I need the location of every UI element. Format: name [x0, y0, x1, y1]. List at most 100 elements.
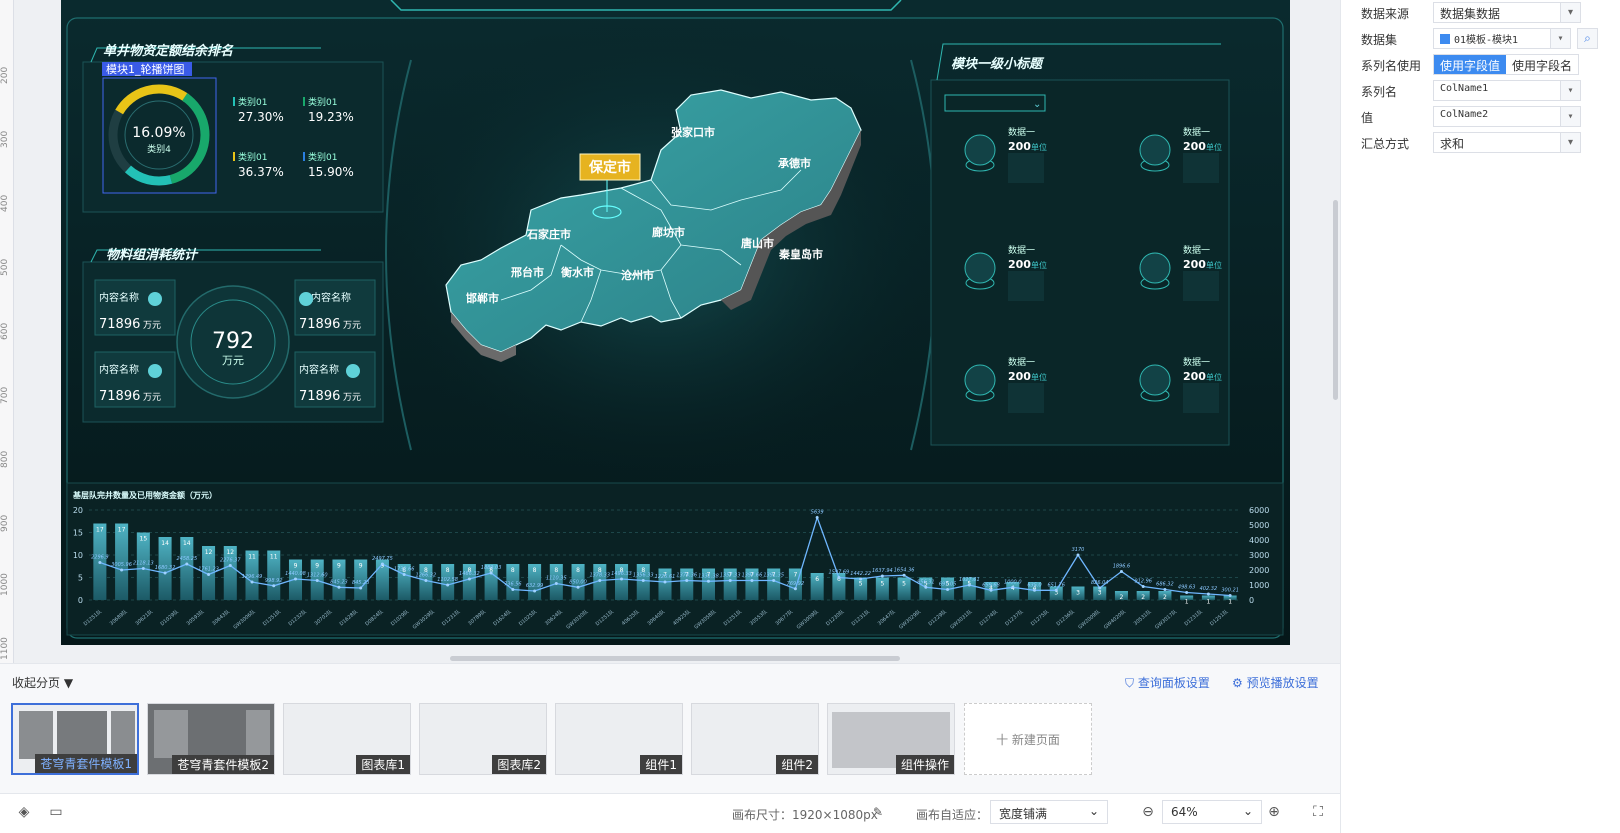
fit-value: 宽度铺满 [999, 807, 1048, 821]
seg-field-name[interactable]: 使用字段名 [1506, 55, 1578, 74]
keyboard-icon[interactable]: ▭ [48, 804, 64, 820]
source-select[interactable]: 数据集数据 ▾ [1433, 2, 1581, 23]
collapse-label: 收起分页 [12, 676, 61, 690]
page-thumb-5[interactable]: 组件1 [555, 703, 683, 775]
stat-label: 数据一 [1008, 356, 1035, 368]
prop-row-aggregate: 汇总方式 求和 ▾ [1341, 130, 1620, 156]
line-point [1119, 570, 1123, 573]
query-panel-settings-link[interactable]: ⛉ 查询面板设置 [1125, 674, 1210, 691]
line-value-label: 635.0 [1027, 582, 1041, 588]
bottom-toolbar: ◈ ▭ 画布尺寸：1920×1080px ✎ 画布自适应： 宽度铺满 ⌄ ⊖ 64… [0, 793, 1340, 833]
prop-label: 数据来源 [1361, 7, 1410, 21]
thumb-preview [111, 711, 135, 759]
line-point [120, 568, 124, 572]
thumb-caption: 苍穹青套件模板1 [35, 754, 137, 773]
series-select[interactable]: ColName1 ▾ [1433, 80, 1581, 101]
bar-value-label: 3 [1098, 590, 1102, 597]
line-value-label: 1356.33 [633, 573, 654, 579]
user-icon-3 [148, 364, 162, 378]
line-value-label: 1374.36 [676, 573, 697, 579]
card-value-3: 71896 [99, 389, 140, 404]
page-thumb-7[interactable]: 组件操作 [827, 703, 955, 775]
line-value-label: 1225.61 [655, 574, 676, 580]
stat-pedestal [1008, 383, 1044, 413]
new-page-button[interactable]: 十 新建页面 [964, 703, 1092, 775]
chevron-down-icon: ▾ [1560, 81, 1580, 100]
fit-select[interactable]: 宽度铺满 ⌄ [990, 800, 1108, 824]
stat-icon [964, 252, 996, 284]
city-langfang: 廊坊市 [652, 225, 685, 239]
dataset-select[interactable]: 01模板-模块1 ▾ [1433, 28, 1571, 49]
zoom-in-icon[interactable]: ⊕ [1266, 804, 1282, 820]
line-point [1228, 594, 1232, 597]
line-value-label: 1357.33 [720, 573, 741, 579]
stat-value: 200 [1183, 370, 1206, 383]
chevron-down-icon: ▾ [1560, 133, 1580, 152]
page-thumb-3[interactable]: 图表库1 [283, 703, 411, 775]
seg-field-value[interactable]: 使用字段值 [1434, 55, 1507, 74]
line-value-label: 2458.25 [176, 556, 197, 562]
bar-value-label: 14 [183, 540, 191, 547]
line-point [946, 588, 950, 591]
ruler-tick: 500 [0, 258, 10, 276]
line-value-label: 1889.03 [481, 565, 502, 571]
bar-value-label: 11 [270, 554, 278, 561]
dashboard-canvas[interactable]: 单井物资定额结余排名 模块1_轮播饼图 16.09% 类别4 类别01 27.3… [61, 0, 1290, 645]
bar-value-label: 7 [794, 572, 798, 579]
properties-panel: 数据来源 数据集数据 ▾ 数据集 01模板-模块1 ▾ ⌕ 系列名使用 使用字段值 … [1340, 0, 1620, 833]
line-value-label: 697.05 [939, 582, 957, 588]
line-value-label: 402.32 [1200, 586, 1218, 592]
preview-settings-link[interactable]: ⚙ 预览播放设置 [1232, 674, 1319, 691]
line-point [641, 579, 645, 582]
line-value-label: 1496.33 [611, 571, 632, 577]
series-use-toggle[interactable]: 使用字段值 使用字段名 [1433, 54, 1580, 75]
bar-value-label: 12 [205, 549, 213, 556]
page-thumb-4[interactable]: 图表库2 [419, 703, 547, 775]
edit-icon[interactable]: ✎ [870, 804, 886, 820]
zoom-out-icon[interactable]: ⊖ [1140, 804, 1156, 820]
thumb-caption: 组件1 [640, 755, 682, 774]
city-qinhuangdao: 秦皇岛市 [778, 247, 823, 261]
legend-name-1: 类别01 [238, 96, 267, 108]
page-thumb-1[interactable]: 苍穹青套件模板1 [11, 703, 139, 775]
stat-value: 200 [1183, 140, 1206, 153]
right-tick-label: 3000 [1249, 551, 1269, 560]
ruler-tick: 400 [0, 194, 10, 212]
collapse-pages-button[interactable]: 收起分页 ▼ [12, 674, 73, 691]
thumb-caption: 图表库1 [356, 755, 410, 774]
search-icon[interactable]: ⌕ [1577, 28, 1598, 49]
fullscreen-icon[interactable]: ⛶ [1310, 804, 1326, 820]
line-point [250, 580, 254, 584]
bar-value-label: 14 [161, 540, 169, 547]
page-thumb-2[interactable]: 苍穹青套件模板2 [147, 703, 275, 775]
line-point [772, 579, 776, 582]
value-select[interactable]: ColName2 ▾ [1433, 106, 1581, 127]
line-value-label: 1597.69 [829, 570, 850, 576]
line-value-label: 912.96 [1134, 579, 1152, 585]
aggregate-select[interactable]: 求和 ▾ [1433, 132, 1581, 153]
line-point [402, 573, 406, 576]
line-value-label: 632.99 [526, 583, 544, 589]
prop-label: 系列名使用 [1361, 59, 1422, 73]
ruler-tick: 800 [0, 450, 10, 468]
vertical-scrollbar[interactable] [1333, 200, 1338, 400]
panel-consumption: 物料组消耗统计 792 万元 内容名称 71896 万元 内容名称 71896 … [82, 247, 384, 423]
line-value-label: 856.31 [917, 579, 935, 585]
line-value-label: 850.00 [569, 579, 587, 585]
bar-value-label: 6 [815, 576, 819, 583]
stat-pedestal [1008, 271, 1044, 301]
card-unit-4: 万元 [343, 393, 361, 403]
horizontal-scrollbar[interactable] [450, 656, 900, 661]
stat-label: 数据一 [1183, 126, 1210, 138]
zoom-select[interactable]: 64% ⌄ [1162, 800, 1262, 824]
line-point [141, 567, 145, 570]
city-shijiazhuang: 石家庄市 [526, 227, 571, 241]
page-thumb-6[interactable]: 组件2 [691, 703, 819, 775]
line-value-label: 1378.33 [589, 573, 610, 579]
ruler-tick: 700 [0, 386, 10, 404]
card-label-1: 内容名称 [99, 291, 139, 304]
stat-value: 200 [1008, 258, 1031, 271]
layers-icon[interactable]: ◈ [16, 804, 32, 820]
line-point [337, 585, 341, 589]
bar-value-label: 5 [880, 581, 884, 588]
